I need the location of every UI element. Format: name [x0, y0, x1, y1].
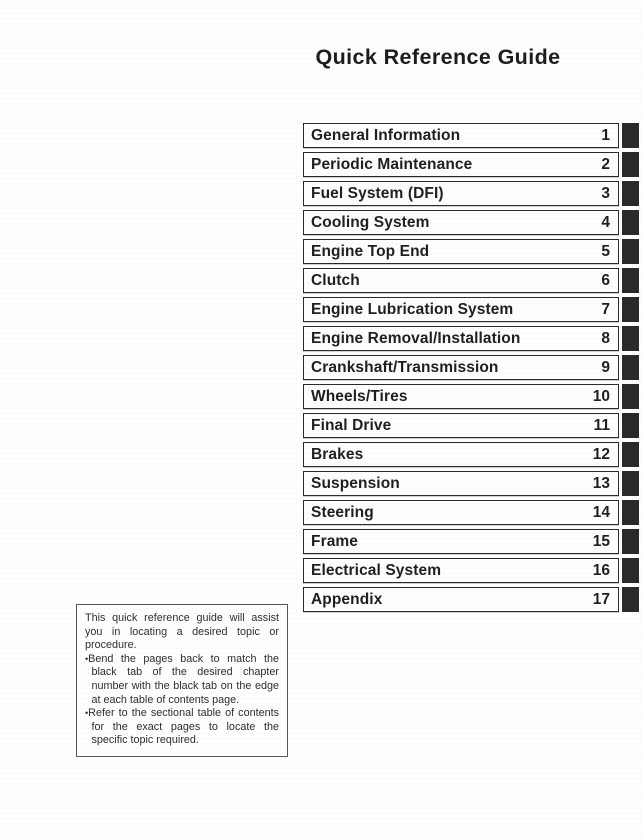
chapter-entry[interactable]: Suspension 13 — [303, 471, 619, 496]
chapter-entry[interactable]: Engine Top End 5 — [303, 239, 619, 264]
chapter-title: Frame — [311, 532, 359, 550]
chapter-row[interactable]: Clutch 6 — [303, 268, 639, 293]
chapter-title: General Information — [311, 126, 461, 144]
chapter-row[interactable]: Crankshaft/Transmission 9 — [303, 355, 639, 380]
chapter-row[interactable]: Engine Top End 5 — [303, 239, 639, 264]
chapter-entry[interactable]: Periodic Maintenance 2 — [303, 152, 619, 177]
chapter-entry[interactable]: Fuel System (DFI) 3 — [303, 181, 619, 206]
chapter-number: 14 — [592, 503, 610, 521]
chapter-black-tab — [622, 471, 639, 496]
chapter-black-tab — [622, 181, 639, 206]
chapter-title: Electrical System — [311, 561, 442, 579]
chapter-number: 2 — [601, 155, 610, 173]
chapter-row[interactable]: Steering 14 — [303, 500, 639, 525]
chapter-entry[interactable]: Crankshaft/Transmission 9 — [303, 355, 619, 380]
chapter-number: 1 — [601, 126, 610, 144]
chapter-black-tab — [622, 529, 639, 554]
chapter-black-tab — [622, 500, 639, 525]
chapter-index-list: General Information 1 Periodic Maintenance… — [303, 123, 639, 616]
chapter-row[interactable]: Engine Lubrication System 7 — [303, 297, 639, 322]
chapter-title: Engine Removal/Installation — [311, 329, 521, 347]
chapter-number: 15 — [592, 532, 610, 550]
chapter-title: Steering — [311, 503, 374, 521]
chapter-black-tab — [622, 123, 639, 148]
instruction-bullet: •Bend the pages back to match the black … — [85, 653, 279, 707]
chapter-row[interactable]: Appendix 17 — [303, 587, 639, 612]
instruction-bullet-list: •Bend the pages back to match the black … — [85, 653, 279, 748]
chapter-number: 16 — [592, 561, 610, 579]
chapter-title: Fuel System (DFI) — [311, 184, 444, 202]
chapter-number: 3 — [601, 184, 610, 202]
instruction-bullet: •Refer to the sectional table of content… — [85, 707, 279, 748]
chapter-black-tab — [622, 210, 639, 235]
instruction-paragraph: This quick reference guide will assist y… — [85, 612, 279, 652]
chapter-title: Suspension — [311, 474, 400, 492]
chapter-entry[interactable]: Electrical System 16 — [303, 558, 619, 583]
chapter-black-tab — [622, 413, 639, 438]
chapter-number: 8 — [601, 329, 610, 347]
chapter-black-tab — [622, 355, 639, 380]
chapter-number: 5 — [601, 242, 610, 260]
chapter-title: Final Drive — [311, 416, 392, 434]
chapter-number: 17 — [592, 590, 610, 608]
chapter-number: 6 — [601, 271, 610, 289]
chapter-row[interactable]: Brakes 12 — [303, 442, 639, 467]
chapter-row[interactable]: Fuel System (DFI) 3 — [303, 181, 639, 206]
chapter-row[interactable]: Electrical System 16 — [303, 558, 639, 583]
chapter-number: 12 — [592, 445, 610, 463]
chapter-row[interactable]: Suspension 13 — [303, 471, 639, 496]
chapter-entry[interactable]: Final Drive 11 — [303, 413, 619, 438]
chapter-row[interactable]: Final Drive 11 — [303, 413, 639, 438]
chapter-title: Engine Top End — [311, 242, 430, 260]
chapter-entry[interactable]: Appendix 17 — [303, 587, 619, 612]
chapter-title: Appendix — [311, 590, 383, 608]
chapter-number: 4 — [601, 213, 610, 231]
chapter-number: 13 — [592, 474, 610, 492]
chapter-row[interactable]: Frame 15 — [303, 529, 639, 554]
chapter-entry[interactable]: Clutch 6 — [303, 268, 619, 293]
chapter-title: Periodic Maintenance — [311, 155, 473, 173]
chapter-number: 11 — [593, 416, 610, 434]
chapter-entry[interactable]: Cooling System 4 — [303, 210, 619, 235]
chapter-entry[interactable]: Wheels/Tires 10 — [303, 384, 619, 409]
chapter-title: Crankshaft/Transmission — [311, 358, 499, 376]
chapter-row[interactable]: Periodic Maintenance 2 — [303, 152, 639, 177]
chapter-black-tab — [622, 384, 639, 409]
chapter-entry[interactable]: Steering 14 — [303, 500, 619, 525]
chapter-black-tab — [622, 442, 639, 467]
chapter-entry[interactable]: Engine Lubrication System 7 — [303, 297, 619, 322]
chapter-row[interactable]: Cooling System 4 — [303, 210, 639, 235]
chapter-title: Clutch — [311, 271, 360, 289]
chapter-title: Wheels/Tires — [311, 387, 408, 405]
chapter-entry[interactable]: Brakes 12 — [303, 442, 619, 467]
chapter-title: Engine Lubrication System — [311, 300, 514, 318]
chapter-number: 10 — [592, 387, 610, 405]
instruction-bullet-text: Bend the pages back to match the black t… — [88, 652, 279, 706]
chapter-title: Cooling System — [311, 213, 430, 231]
chapter-row[interactable]: General Information 1 — [303, 123, 639, 148]
chapter-black-tab — [622, 152, 639, 177]
chapter-number: 7 — [601, 300, 610, 318]
chapter-row[interactable]: Wheels/Tires 10 — [303, 384, 639, 409]
chapter-black-tab — [622, 558, 639, 583]
chapter-row[interactable]: Engine Removal/Installation 8 — [303, 326, 639, 351]
chapter-black-tab — [622, 587, 639, 612]
chapter-entry[interactable]: General Information 1 — [303, 123, 619, 148]
chapter-black-tab — [622, 239, 639, 264]
chapter-black-tab — [622, 326, 639, 351]
chapter-entry[interactable]: Frame 15 — [303, 529, 619, 554]
instruction-box: This quick reference guide will assist y… — [76, 604, 288, 757]
page-title: Quick Reference Guide — [315, 45, 561, 69]
chapter-black-tab — [622, 297, 639, 322]
chapter-title: Brakes — [311, 445, 364, 463]
chapter-black-tab — [622, 268, 639, 293]
chapter-entry[interactable]: Engine Removal/Installation 8 — [303, 326, 619, 351]
instruction-bullet-text: Refer to the sectional table of contents… — [88, 707, 279, 747]
chapter-number: 9 — [601, 358, 610, 376]
